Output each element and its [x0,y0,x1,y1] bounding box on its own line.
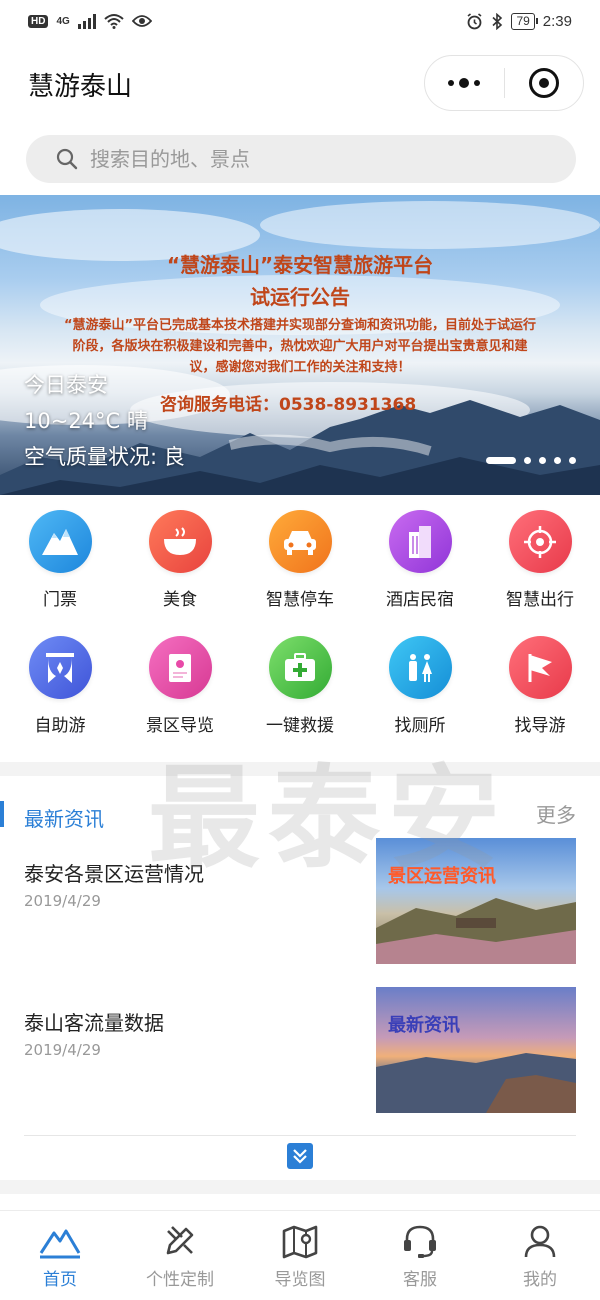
search-bar[interactable] [26,135,576,183]
mini-program-capsule [424,55,584,111]
news-thumbnail: 最新资讯 [376,987,576,1113]
flag-icon [508,636,572,699]
map-pin-icon [282,1225,318,1259]
news-more-link[interactable]: 更多 [536,799,576,828]
car-icon [268,510,332,573]
clock-time: 2:39 [542,12,572,30]
mountain-icon [28,510,92,573]
pencil-ruler-icon [166,1226,194,1255]
grid-label: 门票 [43,590,77,610]
weather-city: 今日泰安 [24,373,108,397]
weather-overlay: 今日泰安 10~24°C 晴 空气质量状况: 良 [24,367,185,475]
expand-more-button[interactable] [287,1143,313,1169]
news-item-title: 泰山客流量数据 [24,1011,164,1035]
user-icon [524,1225,556,1258]
grid-label: 自助游 [34,716,86,736]
restroom-icon [388,636,452,699]
tab-customize[interactable]: 个性定制 [120,1211,240,1300]
banner-carousel[interactable]: “慧游泰山”泰安智慧旅游平台 试运行公告 “慧游泰山”平台已完成基本技术搭建并实… [0,195,600,495]
grid-label: 美食 [163,590,197,610]
close-mini-program-button[interactable] [505,56,584,110]
location-target-icon [508,510,572,573]
section-divider [0,1180,600,1194]
tab-label: 客服 [403,1270,437,1290]
bluetooth-icon [492,12,503,30]
grid-item-smart-travel[interactable]: 智慧出行 [480,505,600,631]
alarm-icon [467,12,482,29]
grid-item-tickets[interactable]: 门票 [0,505,120,631]
target-circle-icon [528,68,559,98]
grid-label: 酒店民宿 [386,590,454,610]
notice-title: “慧游泰山”泰安智慧旅游平台 [166,253,434,277]
carousel-indicators [486,457,576,464]
grid-label: 找导游 [514,716,566,736]
grid-label: 智慧出行 [506,590,574,610]
grid-item-food[interactable]: 美食 [120,505,240,631]
status-bar: HD 4G 79 2:39 [0,0,600,42]
notice-subtitle: 试运行公告 [250,285,350,309]
search-input[interactable] [90,147,530,171]
bowl-icon [148,510,212,573]
grid-label: 智慧停车 [266,590,334,610]
home-mountain-icon [39,1229,81,1259]
grid-item-smart-parking[interactable]: 智慧停车 [240,505,360,631]
wifi-icon [104,14,124,29]
search-icon [56,148,78,170]
status-left: HD 4G [28,13,152,29]
double-chevron-down-icon [293,1149,307,1164]
news-item[interactable]: 泰山客流量数据 2019/4/29 最新资讯 [24,987,576,1113]
headset-icon [404,1225,436,1258]
news-item-date: 2019/4/29 [24,1041,101,1059]
tab-home[interactable]: 首页 [0,1211,120,1300]
thumbnail-label: 最新资讯 [388,1015,460,1036]
notice-phone: 咨询服务电话：0538-8931368 [160,395,417,415]
news-accent-bar [0,801,4,827]
news-item-date: 2019/4/29 [24,892,101,910]
carousel-dot[interactable] [524,457,531,464]
page-title: 慧游泰山 [28,72,133,102]
more-options-button[interactable] [425,56,504,110]
tab-profile[interactable]: 我的 [480,1211,600,1300]
signal-icon [77,13,96,29]
carousel-dot[interactable] [486,457,516,464]
sunset-thumbnail-image [376,1053,576,1113]
news-section-title: 最新资讯 [24,807,104,831]
curtain-icon [28,636,92,699]
map-guide-icon [148,636,212,699]
nav-bar: 慧游泰山 [0,42,600,122]
carousel-dot[interactable] [569,457,576,464]
tab-label: 个性定制 [146,1270,214,1290]
tab-bar: 首页 个性定制 导览图 客服 我的 [0,1210,600,1300]
function-grid: 门票 美食 智慧停车 酒店民宿 智慧出行 自助游 景区导览 一键救援 找厕所 找… [0,505,600,757]
network-type: 4G [56,15,70,27]
news-divider [24,1135,576,1136]
more-dots-icon [448,78,481,88]
status-right: 79 2:39 [466,12,572,30]
tab-customer-service[interactable]: 客服 [360,1211,480,1300]
tab-label: 导览图 [274,1270,326,1290]
grid-item-self-guided-tour[interactable]: 自助游 [0,631,120,757]
watermark-text: 最泰安 [148,754,508,884]
tab-label: 首页 [43,1270,77,1290]
hd-badge: HD [28,14,49,28]
tab-label: 我的 [523,1270,557,1290]
carousel-dot[interactable] [554,457,561,464]
grid-row: 门票 美食 智慧停车 酒店民宿 智慧出行 [0,505,600,631]
tab-guide-map[interactable]: 导览图 [240,1211,360,1300]
grid-item-hotels[interactable]: 酒店民宿 [360,505,480,631]
battery-indicator: 79 [511,12,539,30]
weather-temperature: 10~24°C 晴 [24,409,148,433]
first-aid-icon [268,636,332,699]
weather-air-quality: 空气质量状况: 良 [24,445,185,469]
building-icon [388,510,452,573]
eye-icon [131,15,152,27]
carousel-dot[interactable] [539,457,546,464]
